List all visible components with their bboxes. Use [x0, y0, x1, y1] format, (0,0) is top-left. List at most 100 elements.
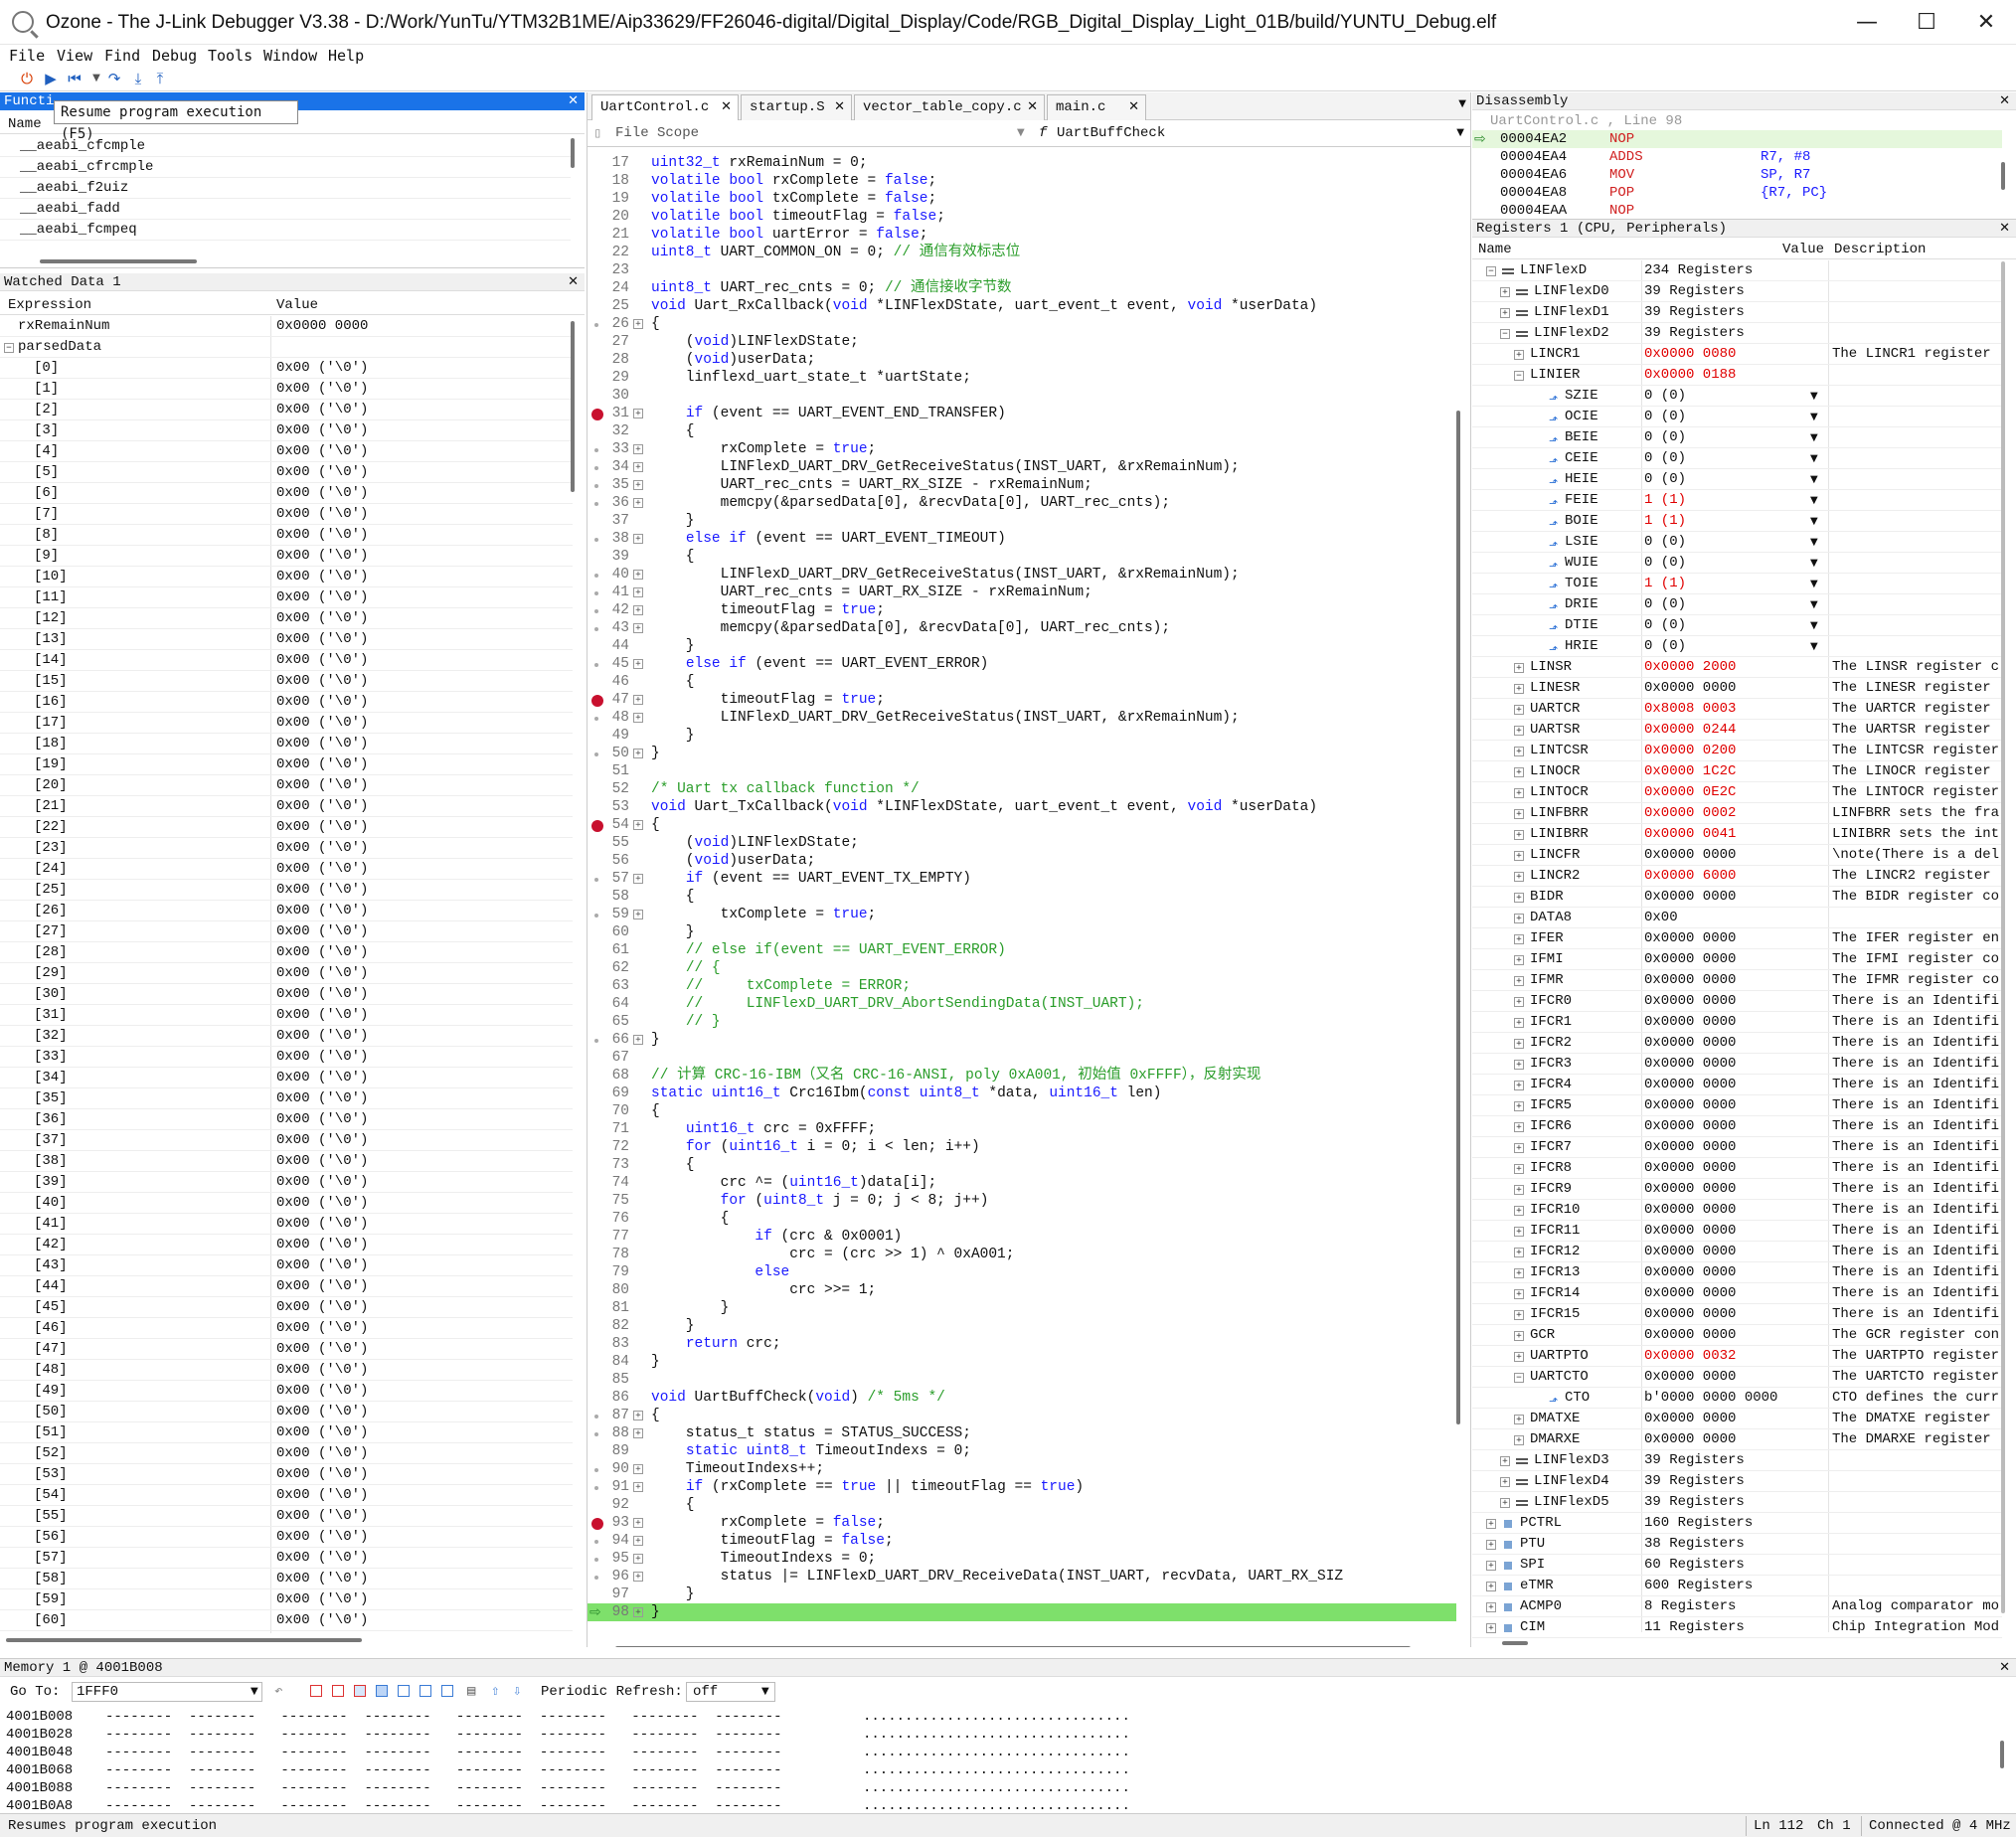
register-value[interactable]: 39 Registers [1644, 1492, 1745, 1513]
code-line[interactable]: 41 + UART_rec_cnts = UART_RX_SIZE - rxRem… [588, 584, 1456, 601]
register-row[interactable]: ⬏ FEIE 1 (1) ▼ [1472, 490, 2002, 511]
register-row[interactable]: + ACMP0 8 Registers Analog comparator mo [1472, 1596, 2002, 1617]
register-value[interactable]: 0 (0) [1644, 636, 1686, 657]
code-line[interactable]: 68 // 计算 CRC-16-IBM（又名 CRC-16-ANSI, poly … [588, 1067, 1456, 1085]
register-row[interactable]: + IFCR5 0x0000 0000 There is an Identifi [1472, 1095, 2002, 1116]
code-line[interactable]: 39 { [588, 548, 1456, 566]
breakpoint-slot-icon[interactable] [594, 1540, 598, 1544]
expand-icon[interactable]: + [1486, 1540, 1496, 1550]
close-icon[interactable]: ✕ [1999, 220, 2010, 238]
register-row[interactable]: ⬏ BOIE 1 (1) ▼ [1472, 511, 2002, 532]
code-line[interactable]: 24 uint8_t UART_rec_cnts = 0; // 通信接收字节数 [588, 279, 1456, 297]
breakpoint-slot-icon[interactable] [594, 1468, 598, 1472]
tab-vector-table-copy[interactable]: vector_table_copy.c ✕ [854, 94, 1045, 120]
register-value[interactable]: 0x0000 0000 [1644, 1075, 1736, 1095]
memory-row[interactable]: 4001B068 -------- -------- -------- -----… [6, 1761, 1298, 1779]
watch-row[interactable]: [56] 0x00 ('\0') [0, 1527, 573, 1548]
breakpoint-icon[interactable] [591, 695, 603, 707]
memory-row[interactable]: 4001B0A8 -------- -------- -------- -----… [6, 1797, 1298, 1813]
expand-icon[interactable]: + [1500, 1477, 1510, 1487]
code-line[interactable]: 26 +{ [588, 315, 1456, 333]
expand-icon[interactable]: + [1500, 1498, 1510, 1508]
register-value[interactable]: 0x0000 0000 [1644, 1262, 1736, 1283]
register-value[interactable]: b'0000 0000 0000 [1644, 1388, 1777, 1409]
register-row[interactable]: + LINOCR 0x0000 1C2C The LINOCR register [1472, 761, 2002, 782]
watch-row[interactable]: [41] 0x00 ('\0') [0, 1214, 573, 1235]
step-over-icon[interactable]: ↷ [105, 70, 123, 87]
register-value[interactable]: 0x00 [1644, 908, 1678, 928]
code-line[interactable]: 21 volatile bool uartError = false; [588, 226, 1456, 244]
watch-row[interactable]: [28] 0x00 ('\0') [0, 942, 573, 963]
expand-icon[interactable]: + [1514, 1227, 1524, 1237]
expand-icon[interactable]: + [1514, 872, 1524, 882]
code-line[interactable]: 52 /* Uart tx callback function */ [588, 780, 1456, 798]
register-row[interactable]: + IFCR14 0x0000 0000 There is an Identifi [1472, 1283, 2002, 1304]
expand-icon[interactable]: + [1514, 663, 1524, 673]
watch-row[interactable]: [1] 0x00 ('\0') [0, 379, 573, 400]
watch-row[interactable]: [16] 0x00 ('\0') [0, 692, 573, 713]
code-line[interactable]: 53 void Uart_TxCallback(void *LINFlexDSta… [588, 798, 1456, 816]
watch-row[interactable]: [35] 0x00 ('\0') [0, 1088, 573, 1109]
function-select[interactable]: UartBuffCheck [1057, 125, 1165, 141]
register-row[interactable]: + LINCFR 0x0000 0000 \note(There is a del [1472, 845, 2002, 866]
register-value[interactable]: 0x0000 0041 [1644, 824, 1736, 845]
breakpoint-slot-icon[interactable] [594, 323, 598, 327]
watch-row[interactable]: [53] 0x00 ('\0') [0, 1464, 573, 1485]
collapse-icon[interactable]: − [4, 343, 14, 353]
mem-toggle-icon[interactable] [332, 1685, 344, 1697]
collapse-icon[interactable]: − [1486, 266, 1496, 276]
watch-row[interactable]: [15] 0x00 ('\0') [0, 671, 573, 692]
register-row[interactable]: + UARTPTO 0x0000 0032 The UARTPTO register [1472, 1346, 2002, 1367]
register-row[interactable]: + LINSR 0x0000 2000 The LINSR register c [1472, 657, 2002, 678]
code-line[interactable]: 74 crc ^= (uint16_t)data[i]; [588, 1174, 1456, 1192]
register-row[interactable]: + IFCR9 0x0000 0000 There is an Identifi [1472, 1179, 2002, 1200]
chevron-down-icon[interactable]: ▼ [1810, 636, 1818, 657]
register-row[interactable]: + IFCR15 0x0000 0000 There is an Identifi [1472, 1304, 2002, 1325]
code-line[interactable]: 94 + timeoutFlag = false; [588, 1532, 1456, 1550]
expand-icon[interactable]: + [633, 749, 643, 758]
register-row[interactable]: + LINCR1 0x0000 0080 The LINCR1 register [1472, 344, 2002, 365]
document-icon[interactable]: ▤ [467, 1683, 475, 1700]
breakpoint-slot-icon[interactable] [594, 448, 598, 452]
register-value[interactable]: 0x0000 0000 [1644, 970, 1736, 991]
watch-row[interactable]: [58] 0x00 ('\0') [0, 1569, 573, 1589]
vertical-scrollbar[interactable] [571, 138, 575, 168]
expand-icon[interactable]: + [1514, 1185, 1524, 1195]
expand-icon[interactable]: + [1514, 934, 1524, 944]
expand-icon[interactable]: + [1514, 350, 1524, 360]
col-name[interactable]: Name [1478, 240, 1512, 259]
expand-icon[interactable]: + [1514, 747, 1524, 756]
expand-icon[interactable]: + [1514, 997, 1524, 1007]
current-line[interactable]: 98 ⇨ +} [588, 1603, 1456, 1621]
code-line[interactable]: 95 + TimeoutIndexs = 0; [588, 1550, 1456, 1568]
code-line[interactable]: 69 static uint16_t Crc16Ibm(const uint8_t… [588, 1085, 1456, 1102]
collapse-icon[interactable]: − [1514, 1373, 1524, 1383]
watch-row[interactable]: [22] 0x00 ('\0') [0, 817, 573, 838]
breakpoint-slot-icon[interactable] [594, 574, 598, 578]
watch-row[interactable]: [48] 0x00 ('\0') [0, 1360, 573, 1381]
back-icon[interactable]: ↶ [274, 1683, 282, 1700]
register-value[interactable]: 0x0000 0000 [1644, 1325, 1736, 1346]
expand-icon[interactable]: + [633, 1518, 643, 1528]
register-row[interactable]: ⬏ BEIE 0 (0) ▼ [1472, 427, 2002, 448]
register-row[interactable]: + SPI 60 Registers [1472, 1555, 2002, 1576]
close-icon[interactable]: ✕ [1999, 92, 2010, 110]
code-line[interactable]: 88 + status_t status = STATUS_SUCCESS; [588, 1424, 1456, 1442]
code-line[interactable]: 17 uint32_t rxRemainNum = 0; [588, 154, 1456, 172]
expand-icon[interactable]: + [1514, 955, 1524, 965]
expand-icon[interactable]: + [1514, 788, 1524, 798]
breakpoint-slot-icon[interactable] [594, 1486, 598, 1490]
register-value[interactable]: 0x0000 0000 [1644, 1095, 1736, 1116]
register-row[interactable]: + PTU 38 Registers [1472, 1534, 2002, 1555]
register-value[interactable]: 39 Registers [1644, 281, 1745, 302]
col-expression[interactable]: Expression [8, 295, 91, 315]
chevron-down-icon[interactable]: ▼ [1810, 511, 1818, 532]
expand-icon[interactable]: + [1514, 1331, 1524, 1341]
register-row[interactable]: + LINTOCR 0x0000 0E2C The LINTOCR register [1472, 782, 2002, 803]
breakpoint-slot-icon[interactable] [594, 627, 598, 631]
register-value[interactable]: 39 Registers [1644, 1471, 1745, 1492]
watch-row[interactable]: [43] 0x00 ('\0') [0, 1255, 573, 1276]
watch-row[interactable]: [50] 0x00 ('\0') [0, 1402, 573, 1422]
expand-icon[interactable]: + [1514, 1435, 1524, 1445]
register-value[interactable]: 0 (0) [1644, 448, 1686, 469]
